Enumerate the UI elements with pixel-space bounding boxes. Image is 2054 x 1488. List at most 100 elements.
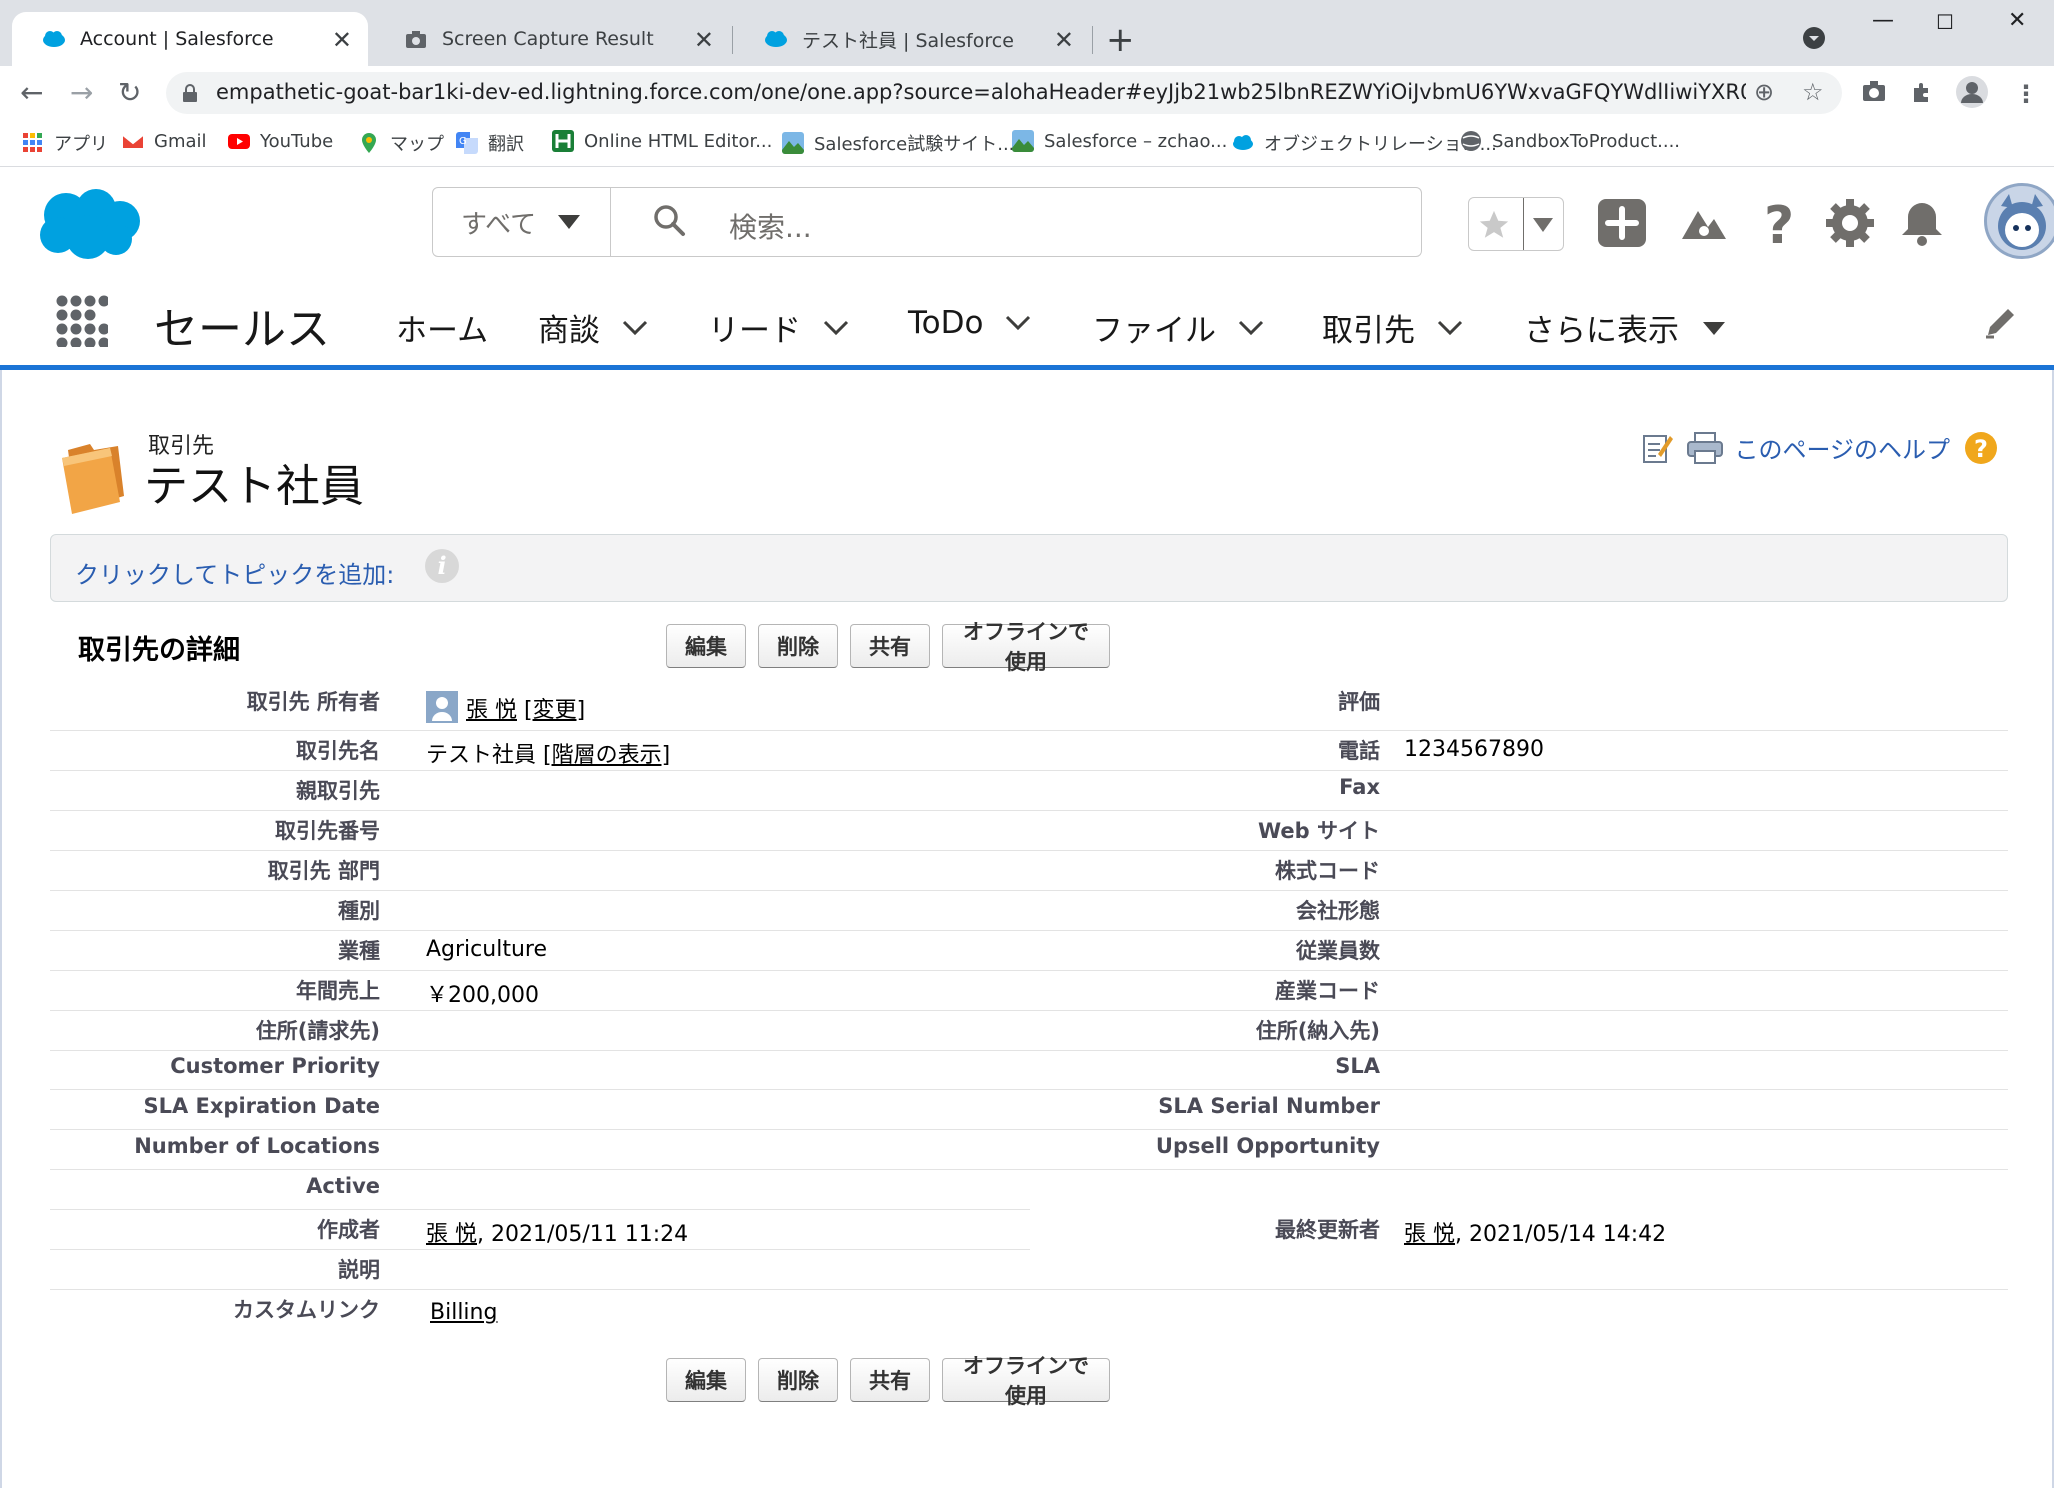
maps-pin-icon — [362, 133, 376, 153]
bookmark-gmail[interactable]: Gmail — [122, 130, 207, 152]
share-button[interactable]: 共有 — [850, 624, 930, 668]
close-tab-icon[interactable]: ✕ — [1054, 26, 1074, 54]
created-by-user-link[interactable]: 張 悦 — [426, 1222, 477, 1247]
browser-tab-screen-capture[interactable]: Screen Capture Result ✕ — [374, 12, 730, 66]
browser-tab-test-employee[interactable]: テスト社員 | Salesforce ✕ — [734, 12, 1090, 66]
setup-gear-icon[interactable] — [1824, 197, 1876, 249]
apps-grid-icon — [23, 133, 42, 152]
global-search[interactable]: すべて 検索... — [432, 187, 1422, 257]
forward-icon[interactable]: → — [70, 76, 93, 109]
bookmark-maps[interactable]: マップ — [358, 130, 444, 156]
field-row: Active — [50, 1170, 1030, 1210]
nav-item-leads[interactable]: リード — [708, 305, 849, 350]
owner-user-link[interactable]: 張 悦 — [466, 698, 517, 723]
help-question-icon[interactable]: ? — [1964, 431, 1998, 465]
maximize-icon[interactable]: ☐ — [1936, 10, 1954, 34]
nav-item-more[interactable]: さらに表示 — [1524, 305, 1727, 350]
bookmark-salesforce-exam[interactable]: Salesforce試験サイト... — [782, 130, 1014, 156]
bookmark-star-icon[interactable]: ☆ — [1802, 78, 1824, 106]
field-row: 説明 — [50, 1250, 2008, 1290]
billing-custom-link[interactable]: Billing — [430, 1300, 497, 1325]
edit-button[interactable]: 編集 — [666, 624, 746, 668]
field-row: 業種 Agriculture 従業員数 — [50, 931, 2008, 971]
bookmark-object-relation[interactable]: オブジェクトリレーション... — [1232, 130, 1497, 156]
view-hierarchy-link[interactable]: [階層の表示] — [543, 743, 670, 768]
url-input[interactable]: empathetic-goat-bar1ki-dev-ed.lightning.… — [166, 72, 1842, 114]
edit-nav-pencil-icon[interactable] — [1982, 305, 2018, 341]
chevron-down-icon[interactable] — [1238, 320, 1264, 336]
modified-by-user-link[interactable]: 張 悦 — [1404, 1222, 1455, 1247]
share-button[interactable]: 共有 — [850, 1358, 930, 1402]
app-launcher-icon[interactable] — [56, 295, 108, 347]
extensions-puzzle-icon[interactable] — [1910, 80, 1934, 104]
tab-search-icon[interactable] — [1802, 26, 1826, 50]
star-icon[interactable] — [1477, 208, 1511, 242]
close-window-icon[interactable]: ✕ — [2008, 8, 2026, 33]
back-icon[interactable]: ← — [20, 76, 43, 109]
favorites-button[interactable] — [1468, 197, 1564, 251]
user-avatar[interactable] — [1984, 183, 2054, 259]
salesforce-logo-icon[interactable] — [36, 187, 142, 261]
page-help-link[interactable]: このページのヘルプ — [1734, 430, 1950, 465]
camera-icon — [406, 31, 426, 48]
caret-down-icon[interactable] — [1533, 218, 1553, 232]
delete-button[interactable]: 削除 — [758, 624, 838, 668]
delete-button[interactable]: 削除 — [758, 1358, 838, 1402]
bookmark-translate[interactable]: G 翻訳 — [456, 130, 524, 156]
caret-down-icon[interactable] — [1701, 320, 1727, 336]
bookmark-sandbox[interactable]: SandboxToProduct.... — [1460, 130, 1680, 152]
add-topic-link[interactable]: クリックしてトピックを追加: — [75, 555, 394, 590]
nav-item-accounts[interactable]: 取引先 — [1322, 305, 1463, 350]
nav-item-opportunities[interactable]: 商談 — [538, 305, 648, 350]
chevron-down-icon[interactable] — [1437, 320, 1463, 336]
use-offline-button[interactable]: オフラインで使用 — [942, 620, 1110, 674]
info-icon[interactable]: i — [425, 549, 459, 583]
browser-tab-account[interactable]: Account | Salesforce ✕ — [12, 12, 368, 66]
close-tab-icon[interactable]: ✕ — [694, 26, 714, 54]
bookmark-salesforce-zchao[interactable]: Salesforce – zchao... — [1012, 130, 1227, 152]
field-value-phone: 1234567890 — [1404, 737, 1544, 762]
lock-icon[interactable] — [182, 84, 198, 102]
bookmark-label: マップ — [390, 134, 444, 155]
change-owner-link[interactable]: [変更] — [524, 698, 585, 723]
bookmark-apps[interactable]: アプリ — [22, 130, 108, 156]
salesforce-cloud-icon — [765, 31, 787, 47]
browser-menu-icon[interactable]: ⋮ — [2014, 80, 2038, 108]
nav-item-todo[interactable]: ToDo — [908, 305, 1031, 341]
field-label: SLA Expiration Date — [143, 1094, 380, 1118]
chevron-down-icon[interactable] — [823, 320, 849, 336]
trailhead-icon[interactable] — [1678, 197, 1730, 249]
tab-separator — [1092, 26, 1093, 54]
help-icon[interactable]: ? — [1752, 197, 1804, 249]
chevron-down-icon[interactable] — [1005, 315, 1031, 331]
notifications-bell-icon[interactable] — [1896, 197, 1948, 249]
search-input-placeholder[interactable]: 検索... — [729, 206, 812, 246]
profile-icon[interactable] — [1956, 76, 1988, 108]
camera-extension-icon[interactable] — [1862, 80, 1886, 102]
zoom-icon[interactable]: ⊕ — [1754, 78, 1774, 106]
chevron-down-icon[interactable] — [622, 320, 648, 336]
field-label: 評価 — [1338, 690, 1380, 714]
global-create-icon[interactable] — [1596, 197, 1648, 249]
field-label: 種別 — [338, 899, 380, 923]
search-scope-dropdown[interactable]: すべて — [433, 188, 611, 256]
nav-item-label: 取引先 — [1322, 313, 1415, 349]
close-tab-icon[interactable]: ✕ — [332, 26, 352, 54]
field-label: Web サイト — [1257, 819, 1380, 843]
edit-button[interactable]: 編集 — [666, 1358, 746, 1402]
use-offline-button[interactable]: オフラインで使用 — [942, 1354, 1110, 1408]
bookmark-youtube[interactable]: YouTube — [228, 130, 333, 152]
printer-icon[interactable] — [1686, 431, 1724, 465]
edit-layout-icon[interactable] — [1642, 432, 1674, 464]
new-tab-icon[interactable]: + — [1106, 20, 1135, 60]
bookmark-label: 翻訳 — [488, 134, 524, 155]
nav-item-home[interactable]: ホーム — [396, 305, 488, 350]
minimize-icon[interactable]: — — [1872, 8, 1894, 33]
account-folder-icon — [62, 444, 124, 514]
reload-icon[interactable]: ↻ — [118, 76, 141, 109]
bookmark-label: SandboxToProduct.... — [1492, 130, 1681, 152]
tab-title: テスト社員 | Salesforce — [802, 29, 1014, 52]
field-label: 従業員数 — [1296, 939, 1380, 963]
bookmark-html-editor[interactable]: Online HTML Editor... — [552, 130, 772, 152]
nav-item-files[interactable]: ファイル — [1092, 305, 1264, 350]
